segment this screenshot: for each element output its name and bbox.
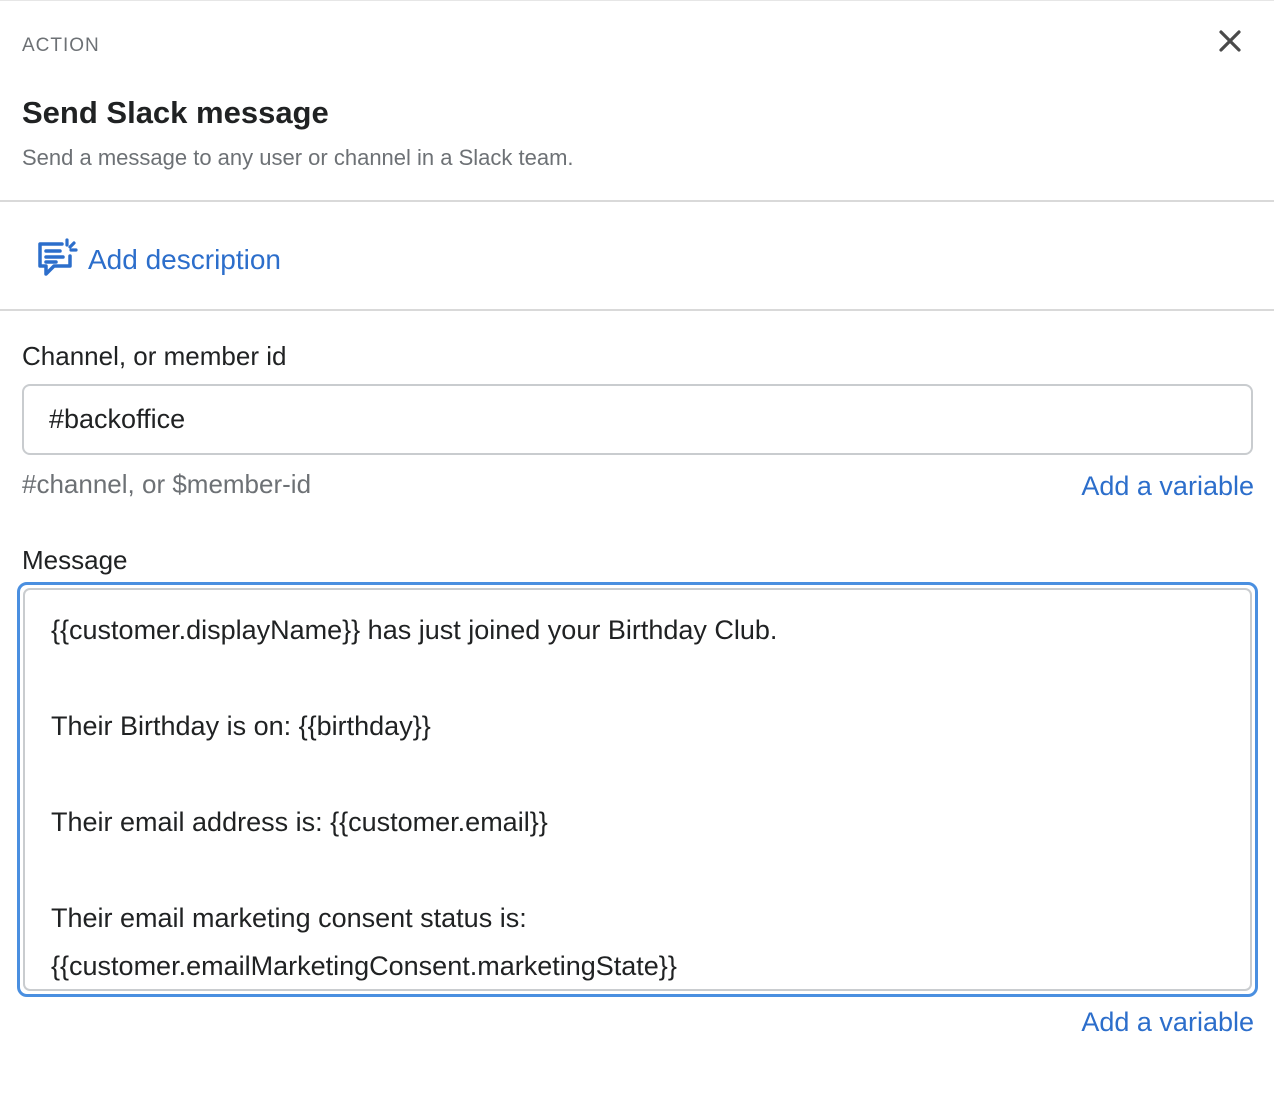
close-button[interactable] bbox=[1214, 27, 1246, 59]
channel-help-text: #channel, or $member-id bbox=[22, 469, 312, 499]
message-textarea-focus-ring: {{customer.displayName}} has just joined… bbox=[17, 582, 1258, 997]
message-line: Their email address is: {{customer.email… bbox=[51, 807, 548, 837]
channel-field-label: Channel, or member id bbox=[22, 341, 287, 371]
message-line bbox=[51, 846, 1224, 894]
page-title: Send Slack message bbox=[22, 95, 329, 130]
channel-input[interactable] bbox=[22, 384, 1253, 455]
message-line bbox=[51, 654, 1224, 702]
add-description-button[interactable]: Add description bbox=[36, 236, 281, 283]
comment-edit-icon bbox=[36, 236, 78, 283]
message-line bbox=[51, 750, 1224, 798]
message-textarea[interactable]: {{customer.displayName}} has just joined… bbox=[23, 588, 1252, 991]
message-add-variable-link[interactable]: Add a variable bbox=[1081, 1007, 1254, 1038]
close-icon bbox=[1219, 29, 1241, 57]
message-line: Their email marketing consent status is: bbox=[51, 903, 527, 933]
message-line: {{customer.displayName}} has just joined… bbox=[51, 615, 778, 645]
page-subtitle: Send a message to any user or channel in… bbox=[22, 145, 574, 170]
add-description-label: Add description bbox=[88, 243, 282, 275]
panel-header: ACTION Send Slack message Send a message… bbox=[0, 1, 1274, 202]
action-panel: ACTION Send Slack message Send a message… bbox=[0, 0, 1274, 1096]
message-line: Their Birthday is on: {{birthday}} bbox=[51, 711, 431, 741]
description-section: Add description bbox=[0, 202, 1274, 311]
panel-eyebrow: ACTION bbox=[22, 35, 100, 56]
message-field-label: Message bbox=[22, 545, 128, 575]
channel-add-variable-link[interactable]: Add a variable bbox=[1081, 471, 1254, 502]
message-line: {{customer.emailMarketingConsent.marketi… bbox=[51, 951, 677, 981]
